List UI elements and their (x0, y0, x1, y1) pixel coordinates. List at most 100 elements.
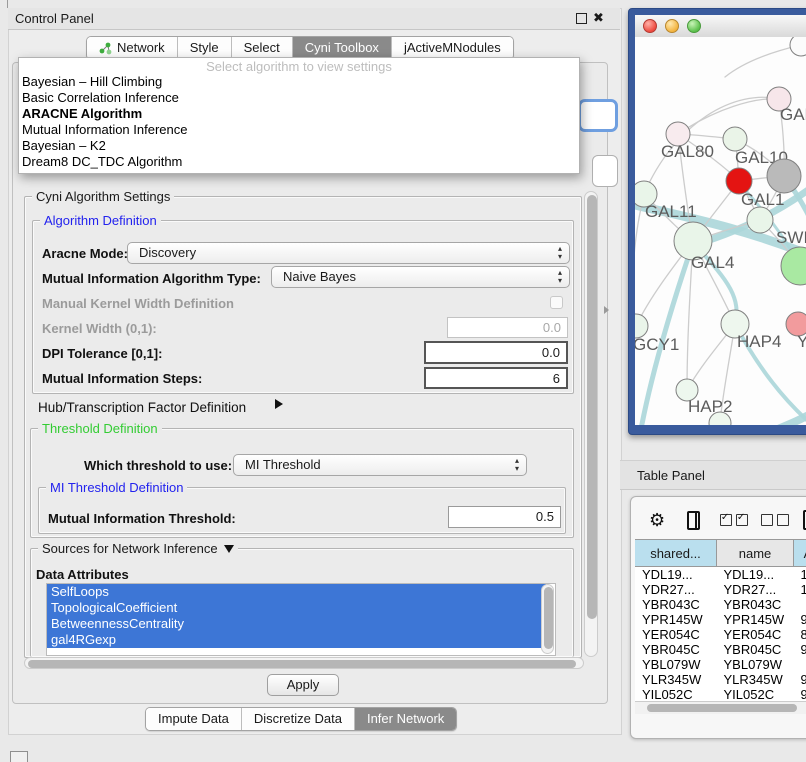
dropdown-item-bayesian-hill-climbing[interactable]: Bayesian – Hill Climbing (19, 74, 579, 90)
network-node[interactable] (790, 37, 806, 56)
bottom-tab-discretize-data[interactable]: Discretize Data (242, 708, 355, 730)
bottom-tab-impute-data[interactable]: Impute Data (146, 708, 242, 730)
mi-threshold-field[interactable]: 0.5 (448, 506, 561, 528)
sources-group-title-wrap: Sources for Network Inference (38, 541, 238, 556)
table-row[interactable]: YPR145WYPR145W9. (635, 612, 806, 627)
table-row[interactable]: YDL19...YDL19...13 (635, 567, 806, 583)
table-cell: 9. (794, 642, 806, 657)
kernel-width-field[interactable]: 0.0 (447, 317, 568, 338)
bottom-tab-impute-data-label: Impute Data (158, 708, 229, 730)
tab-cyni-toolbox[interactable]: Cyni Toolbox (293, 37, 392, 59)
network-node[interactable] (767, 159, 801, 193)
settings-vertical-scrollbar[interactable] (584, 191, 598, 657)
checked-checkbox-icon[interactable] (720, 514, 732, 526)
mi-type-value: Naive Bayes (272, 267, 569, 287)
algorithm-dropdown-list[interactable]: Select algorithm to view settings Bayesi… (18, 57, 580, 174)
sources-group-title: Sources for Network Inference (42, 541, 218, 556)
manual-kernel-checkbox[interactable] (550, 296, 563, 309)
gear-icon[interactable]: ⚙ (649, 511, 665, 529)
attribute-items: SelfLoopsTopologicalCoefficientBetweenne… (47, 584, 555, 648)
tab-network[interactable]: Network (87, 37, 178, 59)
table-row[interactable]: YDR27...YDR27...12 (635, 582, 806, 597)
network-window-titlebar[interactable] (635, 15, 806, 38)
cyni-settings-title: Cyni Algorithm Settings (32, 189, 174, 204)
minimize-traffic-light-icon[interactable] (665, 19, 679, 33)
data-attributes-list[interactable]: SelfLoopsTopologicalCoefficientBetweenne… (46, 583, 556, 656)
table-cell: YPR145W (717, 612, 794, 627)
network-node-swi4[interactable] (781, 247, 806, 285)
hub-section-label[interactable]: Hub/Transcription Factor Definition (38, 400, 246, 415)
attribute-list-scrollbar[interactable] (541, 584, 554, 654)
table-horizontal-scrollbar[interactable] (635, 701, 806, 714)
table-cell: YDL19... (635, 567, 717, 583)
tab-select[interactable]: Select (232, 37, 293, 59)
close-traffic-light-icon[interactable] (643, 19, 657, 33)
hub-expand-icon[interactable] (275, 399, 283, 409)
table-cell: 12 (794, 582, 806, 597)
table-cell: 9. (794, 672, 806, 687)
bottom-tab-discretize-data-label: Discretize Data (254, 708, 342, 730)
checked-checkbox-icon[interactable] (736, 514, 748, 526)
attribute-item-selfloops[interactable]: SelfLoops (47, 584, 546, 600)
tab-style[interactable]: Style (178, 37, 232, 59)
mi-type-label: Mutual Information Algorithm Type: (42, 271, 261, 286)
mi-type-combo[interactable]: Naive Bayes ▴▾ (271, 266, 570, 288)
unchecked-checkbox-icon[interactable] (777, 514, 789, 526)
bottom-tab-infer-network[interactable]: Infer Network (355, 708, 456, 730)
dpi-tolerance-field[interactable]: 0.0 (424, 341, 568, 364)
dropdown-item-dream8-dc-tdc-algorithm[interactable]: Dream8 DC_TDC Algorithm (19, 154, 579, 170)
sources-collapse-icon[interactable] (224, 545, 234, 553)
node-attribute-table[interactable]: shared...nameA YDL19...YDL19...13YDR27..… (635, 539, 806, 702)
dropdown-item-basic-correlation-inference[interactable]: Basic Correlation Inference (19, 90, 579, 106)
node-label-gal80: GAL80 (661, 142, 714, 161)
table-cell: YBR045C (717, 642, 794, 657)
table-row[interactable]: YLR345WYLR345W9. (635, 672, 806, 687)
network-node-gal1[interactable] (747, 207, 773, 233)
table-row[interactable]: YIL052CYIL052C9 (635, 687, 806, 702)
which-threshold-combo[interactable]: MI Threshold ▴▾ (233, 454, 527, 476)
settings-horizontal-scrollbar[interactable] (24, 657, 584, 669)
dropdown-item-aracne-algorithm[interactable]: ARACNE Algorithm (19, 106, 579, 122)
dpi-tolerance-label: DPI Tolerance [0,1]: (42, 346, 162, 361)
table-row[interactable]: YBR045CYBR045C9. (635, 642, 806, 657)
splitpane-collapse-icon[interactable] (604, 306, 609, 314)
mi-steps-label: Mutual Information Steps: (42, 371, 202, 386)
which-threshold-label: Which threshold to use: (84, 458, 232, 473)
attribute-item-betweennesscentrality[interactable]: BetweennessCentrality (47, 616, 546, 632)
mi-steps-field[interactable]: 6 (424, 367, 568, 389)
column-header-a[interactable]: A (794, 540, 806, 567)
attribute-item-gal4rgexp[interactable]: gal4RGexp (47, 632, 546, 648)
network-edge (753, 405, 806, 425)
tab-jactivemnodules[interactable]: jActiveMNodules (392, 37, 513, 59)
close-icon[interactable]: ✖ (593, 11, 604, 25)
network-canvas[interactable]: GALGAL80GAL10GAL1GAL11SWI4GAL4HAP4YGCY1H… (635, 37, 806, 425)
table-row[interactable]: YBL079WYBL079W (635, 657, 806, 672)
table-cell: 13 (794, 567, 806, 583)
float-window-icon[interactable] (576, 13, 587, 24)
unchecked-checkbox-icon[interactable] (761, 514, 773, 526)
table-row[interactable]: YER054CYER054C8. (635, 627, 806, 642)
split-columns-icon[interactable] (687, 511, 700, 530)
minimized-panel-icon[interactable] (10, 751, 28, 762)
zoom-traffic-light-icon[interactable] (687, 19, 701, 33)
column-header-shared[interactable]: shared... (635, 540, 717, 567)
table-row[interactable]: YBR043CYBR043C (635, 597, 806, 612)
column-header-name[interactable]: name (717, 540, 794, 567)
table-toolbar: ⚙ (631, 505, 806, 535)
attribute-item-topologicalcoefficient[interactable]: TopologicalCoefficient (47, 600, 546, 616)
table-cell: YDL19... (717, 567, 794, 583)
which-threshold-value: MI Threshold (234, 455, 526, 475)
dropdown-item-mutual-information-inference[interactable]: Mutual Information Inference (19, 122, 579, 138)
aracne-mode-label: Aracne Mode: (42, 246, 128, 261)
apply-button[interactable]: Apply (267, 674, 339, 696)
node-label-y: Y (797, 332, 806, 351)
aracne-mode-combo[interactable]: Discovery ▴▾ (127, 242, 570, 264)
tab-jactivemnodules-label: jActiveMNodules (404, 37, 501, 59)
dropdown-items: Bayesian – Hill ClimbingBasic Correlatio… (19, 74, 579, 170)
dropdown-item-bayesian-k2[interactable]: Bayesian – K2 (19, 138, 579, 154)
table-header-row: shared...nameA (635, 540, 806, 567)
manual-kernel-label: Manual Kernel Width Definition (42, 296, 234, 311)
table-cell: YLR345W (717, 672, 794, 687)
hidden-combo-focus-fragment (578, 99, 618, 132)
table-cell: YBL079W (635, 657, 717, 672)
